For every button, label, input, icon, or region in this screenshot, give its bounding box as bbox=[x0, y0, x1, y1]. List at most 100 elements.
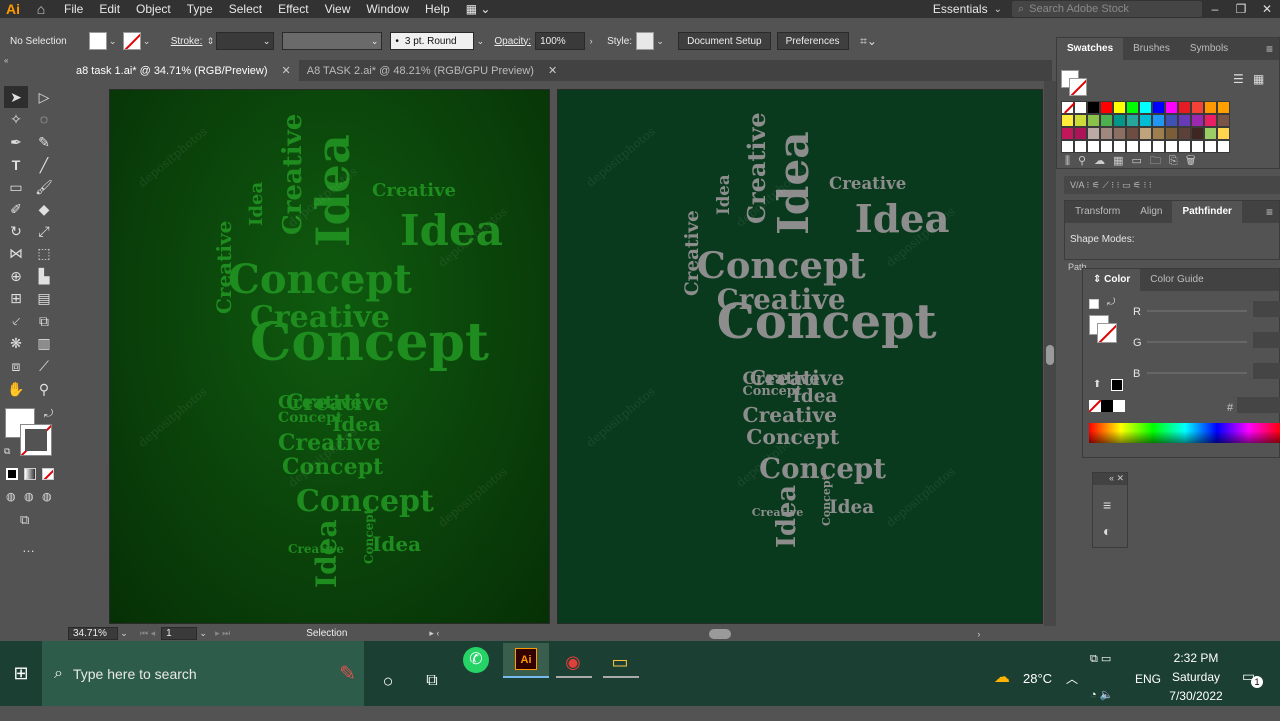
hand-tool-icon[interactable]: ✋ bbox=[4, 378, 28, 400]
color-swatch[interactable] bbox=[1087, 114, 1100, 127]
color-swatch[interactable] bbox=[1126, 127, 1139, 140]
menu-file[interactable]: File bbox=[56, 2, 91, 16]
channel-r-input[interactable] bbox=[1253, 301, 1280, 317]
mesh-tool-icon[interactable]: ⊞ bbox=[4, 287, 28, 309]
collapsed-panel-strip[interactable]: V/A ⁝ ⚟ ⟋ ⁝ ⁝ ▭ ⚟ ⁝ ⁝ bbox=[1064, 176, 1280, 194]
zoom-dropdown-icon[interactable]: ⌄ bbox=[118, 628, 130, 639]
draw-behind-icon[interactable]: ◍ bbox=[24, 490, 34, 503]
perspective-grid-tool-icon[interactable]: ▙ bbox=[32, 265, 56, 287]
tab-brushes[interactable]: Brushes bbox=[1123, 38, 1180, 60]
panel-menu-icon[interactable]: ≡ bbox=[1266, 205, 1279, 219]
hamburger-icon[interactable]: ≡ bbox=[1103, 497, 1111, 513]
clock[interactable]: 2:32 PM Saturday 7/30/2022 bbox=[1162, 641, 1230, 706]
color-swatch[interactable] bbox=[1152, 127, 1165, 140]
menu-help[interactable]: Help bbox=[417, 2, 458, 16]
stroke-weight-input[interactable]: ⌄ bbox=[216, 32, 275, 50]
language-indicator[interactable]: ENG bbox=[1135, 672, 1161, 688]
color-swatch[interactable] bbox=[1178, 127, 1191, 140]
color-swatch[interactable] bbox=[1113, 127, 1126, 140]
lasso-tool-icon[interactable]: ◌ bbox=[32, 108, 56, 130]
gradient-mode-icon[interactable] bbox=[24, 468, 36, 480]
color-swatch[interactable] bbox=[1217, 101, 1230, 114]
style-dropdown-icon[interactable]: ⌄ bbox=[654, 36, 666, 47]
color-swatch[interactable] bbox=[1074, 114, 1087, 127]
tray-device-icons[interactable]: ⧉ ▭ bbox=[1090, 652, 1111, 668]
channel-g-slider[interactable] bbox=[1147, 341, 1247, 343]
variable-width-profile[interactable]: ⌄ bbox=[282, 32, 383, 50]
toolbar-collapse-icon[interactable]: « bbox=[0, 56, 62, 66]
color-swatch[interactable] bbox=[1100, 101, 1113, 114]
zoom-level-input[interactable]: 34.71% bbox=[68, 627, 118, 640]
tab-a8-task-1[interactable]: a8 task 1.ai* @ 34.71% (RGB/Preview) ✕ bbox=[68, 60, 299, 81]
swatch-stroke-indicator[interactable] bbox=[1069, 78, 1087, 96]
color-swatch[interactable] bbox=[1139, 127, 1152, 140]
stroke-color-box[interactable] bbox=[20, 424, 52, 456]
color-swatch[interactable] bbox=[1100, 127, 1113, 140]
white-quick-swatch[interactable] bbox=[1113, 400, 1125, 412]
tab-color[interactable]: ⇕ Color bbox=[1083, 269, 1141, 291]
color-swatch[interactable] bbox=[1204, 127, 1217, 140]
taskbar-search-box[interactable]: ⌕ Type here to search ✎ bbox=[42, 641, 364, 706]
tab-color-guide[interactable]: Color Guide bbox=[1140, 269, 1213, 291]
color-swatch[interactable] bbox=[1074, 101, 1087, 114]
menu-window[interactable]: Window bbox=[358, 2, 417, 16]
windows-start-icon[interactable]: ⊞ bbox=[0, 663, 42, 684]
paintbrush-tool-icon[interactable]: 🖌 bbox=[32, 176, 56, 198]
style-swatch[interactable] bbox=[636, 32, 655, 50]
stroke-label[interactable]: Stroke: bbox=[171, 36, 203, 47]
brush-definition[interactable]: • 3 pt. Round bbox=[390, 32, 475, 50]
menu-type[interactable]: Type bbox=[179, 2, 221, 16]
color-swatch[interactable] bbox=[1178, 114, 1191, 127]
width-tool-icon[interactable]: ⋈ bbox=[4, 242, 28, 264]
opacity-label[interactable]: Opacity: bbox=[494, 36, 531, 47]
tab-pathfinder[interactable]: Pathfinder bbox=[1172, 201, 1242, 223]
color-mode-icon[interactable] bbox=[6, 468, 18, 480]
first-artboard-icon[interactable]: ⏮ ◂ bbox=[140, 628, 155, 639]
opacity-input[interactable]: 100% bbox=[535, 32, 586, 50]
whatsapp-icon[interactable]: ✆ bbox=[463, 647, 489, 673]
draw-normal-icon[interactable]: ◍ bbox=[6, 490, 16, 503]
close-tab-icon[interactable]: ✕ bbox=[548, 64, 557, 77]
restore-button[interactable]: ❐ bbox=[1228, 2, 1254, 16]
column-graph-tool-icon[interactable]: ▥ bbox=[32, 332, 56, 354]
fill-dropdown-icon[interactable]: ⌄ bbox=[107, 36, 119, 47]
artboard-1[interactable]: Idea Creative Concept Idea Creative Concept Cr… bbox=[109, 89, 550, 624]
mini-panel-close-icon[interactable]: « ✕ bbox=[1093, 473, 1127, 485]
channel-b-input[interactable] bbox=[1253, 363, 1280, 379]
channel-g-input[interactable] bbox=[1253, 332, 1280, 348]
change-screen-mode-icon[interactable]: ⧉ bbox=[20, 512, 29, 528]
mini-fill-icon[interactable] bbox=[1089, 299, 1099, 309]
notification-center[interactable]: ▭ 1 bbox=[1242, 668, 1263, 688]
stroke-dropdown-icon[interactable]: ⌄ bbox=[141, 36, 153, 47]
hex-input[interactable] bbox=[1237, 397, 1280, 413]
vertical-scrollbar[interactable] bbox=[1044, 81, 1056, 626]
type-tool-icon[interactable]: T bbox=[4, 154, 28, 176]
workspace-switcher[interactable]: Essentials bbox=[933, 2, 994, 16]
next-artboard-icon[interactable]: ▸ ⏭ bbox=[215, 628, 230, 639]
artboard-number-input[interactable]: 1 bbox=[161, 627, 198, 640]
vertical-scroll-thumb[interactable] bbox=[1046, 345, 1054, 365]
menu-view[interactable]: View bbox=[317, 2, 359, 16]
stroke-stepper-icon[interactable]: ⇕ bbox=[204, 36, 216, 47]
color-swatch[interactable] bbox=[1178, 101, 1191, 114]
color-swatch[interactable] bbox=[1191, 127, 1204, 140]
opacity-arrow-icon[interactable]: › bbox=[585, 36, 597, 46]
color-swatch[interactable] bbox=[1061, 114, 1074, 127]
menu-effect[interactable]: Effect bbox=[270, 2, 316, 16]
color-swatch[interactable] bbox=[1139, 114, 1152, 127]
artboard-tool-icon[interactable]: ⧈ bbox=[4, 355, 28, 377]
eraser-tool-icon[interactable]: ◆ bbox=[32, 198, 56, 220]
color-swatch[interactable] bbox=[1217, 127, 1230, 140]
swap-fill-stroke-icon[interactable]: ⤾ bbox=[44, 408, 53, 421]
status-menu-arrow-icon[interactable]: ▸ ‹ bbox=[429, 628, 439, 639]
tab-align[interactable]: Align bbox=[1130, 201, 1172, 223]
curvature-tool-icon[interactable]: ✎ bbox=[32, 131, 56, 153]
color-swatch[interactable] bbox=[1204, 140, 1217, 153]
tab-a8-task-2[interactable]: A8 TASK 2.ai* @ 48.21% (RGB/GPU Preview)… bbox=[299, 60, 565, 81]
color-swatch[interactable] bbox=[1139, 101, 1152, 114]
color-swatch[interactable] bbox=[1204, 114, 1217, 127]
color-swatch[interactable] bbox=[1165, 127, 1178, 140]
fill-swatch[interactable] bbox=[88, 32, 107, 50]
draw-inside-icon[interactable]: ◍ bbox=[42, 490, 52, 503]
color-stroke-box[interactable] bbox=[1097, 323, 1117, 343]
